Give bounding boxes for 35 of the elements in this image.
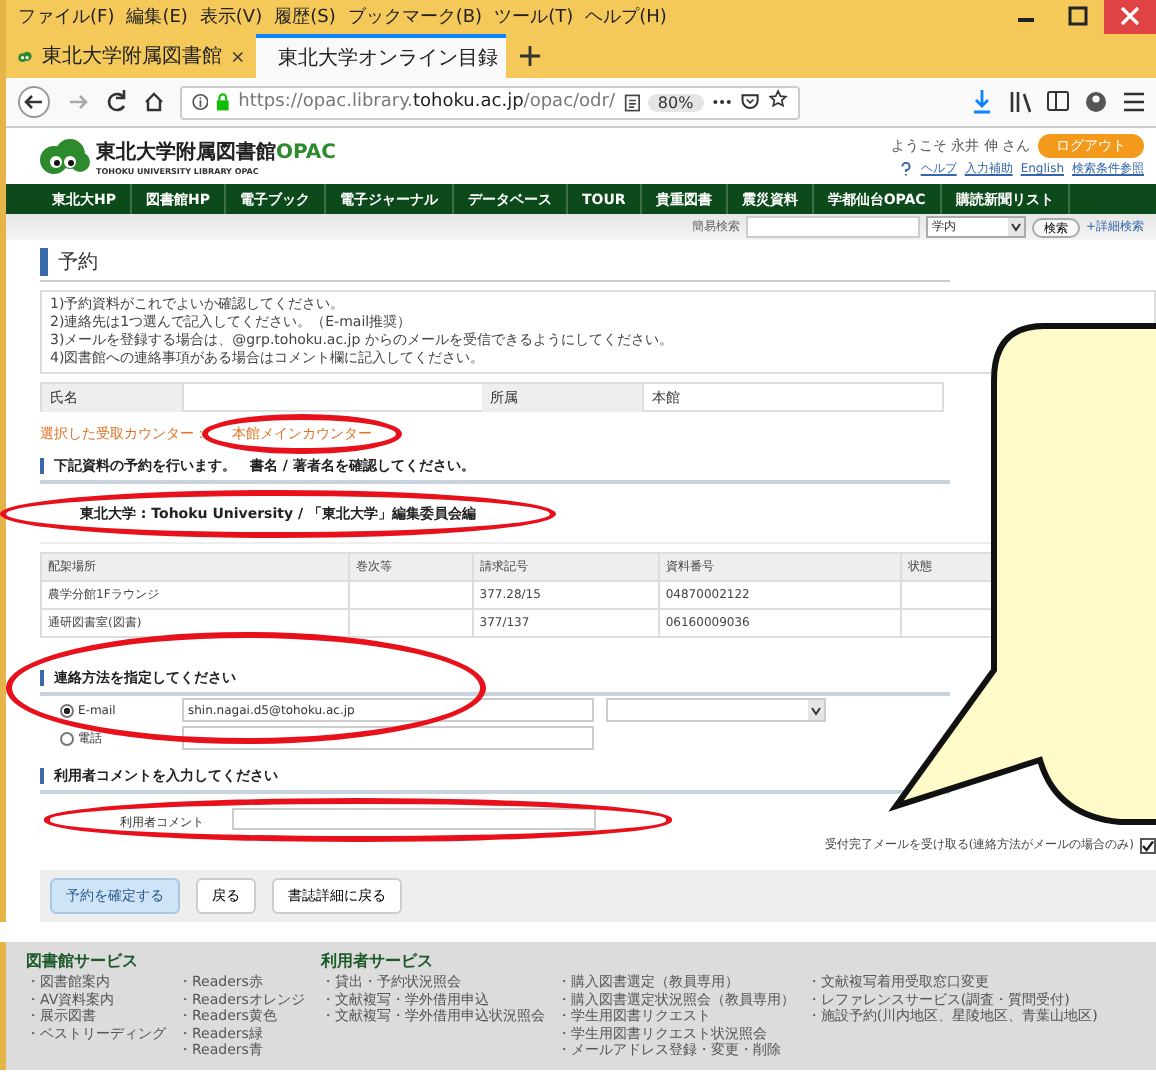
menu-item[interactable]: 履歴(S) bbox=[274, 4, 336, 30]
logo-title[interactable]: 東北大学附属図書館OPAC bbox=[96, 137, 336, 165]
search-field[interactable] bbox=[745, 216, 920, 238]
account-icon[interactable] bbox=[1084, 86, 1108, 118]
favicon-icon bbox=[18, 47, 33, 65]
menu-item[interactable]: ツール(T) bbox=[494, 4, 574, 30]
browser-tab[interactable]: 東北大学オンライン目録 bbox=[256, 34, 506, 78]
new-tab-icon[interactable] bbox=[518, 44, 542, 68]
lock-icon bbox=[216, 92, 231, 112]
help-icon bbox=[900, 162, 913, 176]
reader-view-icon[interactable] bbox=[623, 91, 640, 113]
menu-item[interactable]: ヘルプ(H) bbox=[585, 4, 667, 30]
menu-item[interactable]: ファイル(F) bbox=[18, 4, 115, 30]
menu-item[interactable]: 編集(E) bbox=[126, 4, 188, 30]
browser-tab[interactable]: 東北大学附属図書館 bbox=[6, 34, 256, 78]
address-bar[interactable]: https://opac.library.tohoku.ac.jp/opac/odr/ 80% bbox=[180, 85, 800, 119]
page-heading: 予約 bbox=[40, 248, 98, 276]
back-icon[interactable] bbox=[16, 86, 52, 118]
close-tab-icon[interactable] bbox=[232, 47, 244, 65]
caret-icon bbox=[808, 700, 824, 720]
footer-heading: 図書館サービス bbox=[26, 950, 140, 972]
menu-item[interactable]: ブックマーク(B) bbox=[347, 4, 483, 30]
info-icon[interactable] bbox=[192, 92, 209, 112]
close-icon[interactable] bbox=[1104, 0, 1156, 34]
caret-icon bbox=[1007, 218, 1024, 236]
download-icon[interactable] bbox=[970, 86, 994, 118]
receipt-checkbox[interactable] bbox=[1140, 837, 1156, 853]
comment-field[interactable] bbox=[232, 808, 596, 831]
logo-icon[interactable] bbox=[38, 138, 90, 174]
footer-heading: 利用者サービス bbox=[320, 950, 435, 972]
library-icon[interactable] bbox=[1008, 86, 1032, 118]
menu-item[interactable]: 表示(V) bbox=[199, 4, 263, 30]
phone-field[interactable] bbox=[182, 726, 594, 750]
url-text: https://opac.library.tohoku.ac.jp/opac/odr/ bbox=[238, 92, 615, 112]
zoom-level[interactable]: 80% bbox=[647, 93, 704, 111]
